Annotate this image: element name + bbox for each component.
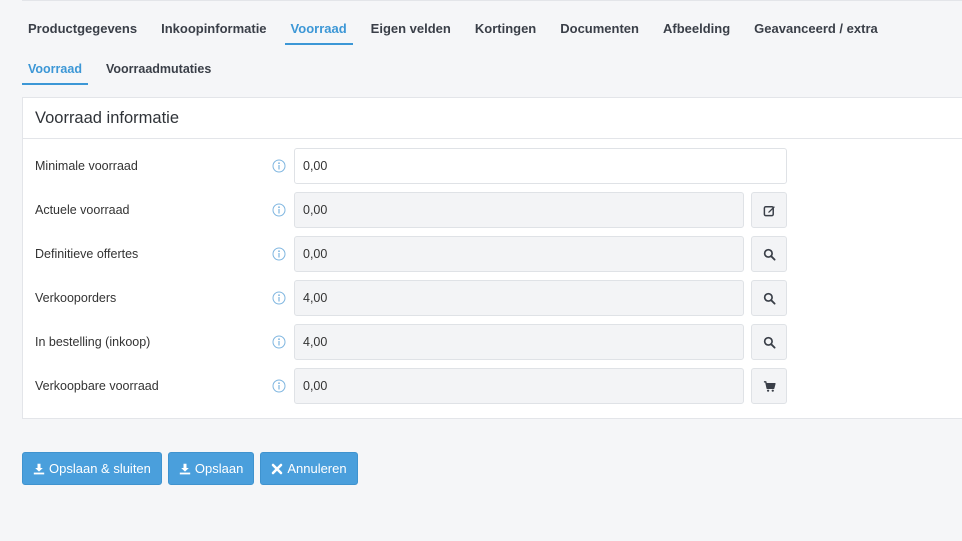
tab-kortingen[interactable]: Kortingen	[469, 11, 542, 45]
search-icon	[763, 292, 776, 305]
form-buttons: Opslaan & sluiten Opslaan Annuleren	[22, 452, 364, 485]
info-icon[interactable]	[272, 159, 286, 173]
verkooporders-field: 4,00	[294, 280, 744, 316]
cart-icon	[763, 380, 776, 392]
main-tabs: Productgegevens Inkoopinformatie Voorraa…	[22, 11, 896, 45]
cancel-label: Annuleren	[287, 461, 347, 476]
sub-tabs: Voorraad Voorraadmutaties	[22, 52, 229, 85]
tab-eigen-velden[interactable]: Eigen velden	[365, 11, 457, 45]
verkoopbare-voorraad-field: 0,00	[294, 368, 744, 404]
tab-inkoopinformatie[interactable]: Inkoopinformatie	[155, 11, 272, 45]
edit-icon	[763, 205, 775, 216]
row-verkoopbare-voorraad: Verkoopbare voorraad 0,00	[23, 368, 962, 412]
stock-info-panel: Voorraad informatie Minimale voorraad 0,…	[22, 97, 962, 419]
row-verkooporders: Verkooporders 4,00	[23, 280, 962, 324]
in-bestelling-field: 4,00	[294, 324, 744, 360]
row-label: Definitieve offertes	[35, 247, 139, 261]
actuele-voorraad-field: 0,00	[294, 192, 744, 228]
save-label: Opslaan	[194, 461, 244, 476]
close-icon	[271, 463, 283, 475]
download-icon	[179, 463, 191, 475]
cancel-button[interactable]: Annuleren	[260, 452, 358, 485]
download-icon	[33, 463, 45, 475]
tab-geavanceerd-extra[interactable]: Geavanceerd / extra	[748, 11, 884, 45]
top-divider	[22, 0, 962, 1]
minimale-voorraad-input[interactable]: 0,00	[294, 148, 787, 184]
save-button[interactable]: Opslaan	[167, 452, 255, 485]
edit-stock-button[interactable]	[751, 192, 787, 228]
row-label: Minimale voorraad	[35, 159, 138, 173]
info-icon[interactable]	[272, 335, 286, 349]
row-definitieve-offertes: Definitieve offertes 0,00	[23, 236, 962, 280]
info-icon[interactable]	[272, 203, 286, 217]
subtab-voorraadmutaties[interactable]: Voorraadmutaties	[100, 52, 217, 85]
search-icon	[763, 336, 776, 349]
row-in-bestelling: In bestelling (inkoop) 4,00	[23, 324, 962, 368]
info-icon[interactable]	[272, 291, 286, 305]
info-icon[interactable]	[272, 247, 286, 261]
tab-voorraad[interactable]: Voorraad	[284, 11, 353, 45]
row-actuele-voorraad: Actuele voorraad 0,00	[23, 192, 962, 236]
save-and-close-label: Opslaan & sluiten	[49, 461, 151, 476]
search-offertes-button[interactable]	[751, 236, 787, 272]
row-label: In bestelling (inkoop)	[35, 335, 151, 349]
definitieve-offertes-field: 0,00	[294, 236, 744, 272]
tab-afbeelding[interactable]: Afbeelding	[657, 11, 736, 45]
search-icon	[763, 248, 776, 261]
row-label: Verkoopbare voorraad	[35, 379, 159, 393]
subtab-voorraad[interactable]: Voorraad	[22, 52, 88, 85]
row-label: Verkooporders	[35, 291, 117, 305]
search-verkooporders-button[interactable]	[751, 280, 787, 316]
panel-title: Voorraad informatie	[23, 98, 962, 139]
info-icon[interactable]	[272, 379, 286, 393]
row-label: Actuele voorraad	[35, 203, 130, 217]
save-and-close-button[interactable]: Opslaan & sluiten	[22, 452, 162, 485]
search-inkoop-button[interactable]	[751, 324, 787, 360]
tab-productgegevens[interactable]: Productgegevens	[22, 11, 143, 45]
row-minimale-voorraad: Minimale voorraad 0,00	[23, 148, 962, 192]
cart-button[interactable]	[751, 368, 787, 404]
tab-documenten[interactable]: Documenten	[554, 11, 645, 45]
